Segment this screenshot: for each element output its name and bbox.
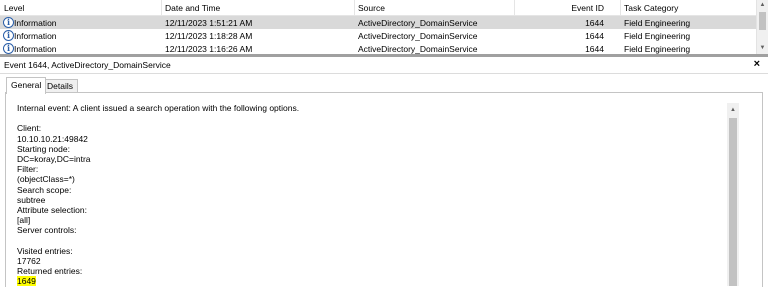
column-divider[interactable] bbox=[620, 0, 621, 15]
event-list-scrollbar[interactable]: ▲ ▼ bbox=[756, 0, 768, 54]
cell-level: Information bbox=[14, 17, 57, 28]
cell-source: ActiveDirectory_DomainService bbox=[358, 30, 478, 41]
scroll-down-icon[interactable]: ▼ bbox=[757, 43, 768, 53]
event-description[interactable]: Internal event: A client issued a search… bbox=[11, 100, 738, 286]
cell-source: ActiveDirectory_DomainService bbox=[358, 17, 478, 28]
information-icon: i bbox=[3, 43, 14, 54]
scrollbar-thumb[interactable] bbox=[759, 12, 766, 30]
description-line: DC=koray,DC=intra bbox=[17, 154, 91, 164]
table-row[interactable]: i Information 12/11/2023 1:51:21 AM Acti… bbox=[0, 16, 756, 29]
cell-date: 12/11/2023 1:18:28 AM bbox=[165, 30, 253, 41]
description-line: 17762 bbox=[17, 256, 41, 266]
column-divider[interactable] bbox=[514, 0, 515, 15]
description-line: Attribute selection: bbox=[17, 205, 87, 215]
cell-source: ActiveDirectory_DomainService bbox=[358, 43, 478, 54]
column-header-date[interactable]: Date and Time bbox=[165, 3, 220, 13]
scroll-up-icon[interactable]: ▲ bbox=[727, 105, 739, 115]
column-header-level[interactable]: Level bbox=[4, 3, 24, 13]
description-line: (objectClass=*) bbox=[17, 174, 75, 185]
information-icon: i bbox=[3, 17, 14, 28]
description-line: 10.10.10.21:49842 bbox=[17, 133, 88, 144]
cell-task-category: Field Engineering bbox=[624, 30, 691, 41]
table-row[interactable]: i Information 12/11/2023 1:18:28 AM Acti… bbox=[0, 29, 756, 42]
scrollbar-thumb[interactable] bbox=[729, 118, 737, 286]
description-line: Client: bbox=[17, 123, 42, 134]
cell-level: Information bbox=[14, 43, 57, 54]
close-icon[interactable]: × bbox=[754, 58, 760, 70]
information-icon: i bbox=[3, 30, 14, 41]
cell-event-id: 1644 bbox=[585, 30, 604, 41]
event-list-header: Level Date and Time Source Event ID Task… bbox=[0, 0, 756, 16]
description-line: Filter: bbox=[17, 164, 39, 175]
column-header-event-id[interactable]: Event ID bbox=[571, 3, 604, 13]
tab-general[interactable]: General bbox=[6, 77, 47, 94]
cell-task-category: Field Engineering bbox=[624, 17, 691, 28]
description-line: subtree bbox=[17, 194, 46, 205]
cell-date: 12/11/2023 1:51:21 AM bbox=[165, 17, 253, 28]
description-line: Search scope: bbox=[17, 184, 72, 195]
returned-entries-value: 1649 bbox=[17, 276, 36, 286]
tab-details[interactable]: Details bbox=[42, 79, 78, 93]
event-details-title-bar: Event 1644, ActiveDirectory_DomainServic… bbox=[0, 57, 768, 74]
cell-level: Information bbox=[14, 30, 57, 41]
scroll-up-icon[interactable]: ▲ bbox=[757, 0, 768, 10]
event-list[interactable]: Level Date and Time Source Event ID Task… bbox=[0, 0, 768, 54]
cell-event-id: 1644 bbox=[585, 17, 604, 28]
description-line: Starting node: bbox=[17, 143, 70, 154]
description-line: Server controls: bbox=[17, 225, 77, 236]
column-header-source[interactable]: Source bbox=[358, 3, 385, 13]
event-details-title: Event 1644, ActiveDirectory_DomainServic… bbox=[4, 60, 171, 70]
cell-event-id: 1644 bbox=[585, 43, 604, 54]
cell-task-category: Field Engineering bbox=[624, 43, 691, 54]
description-line: [all] bbox=[17, 215, 31, 226]
description-line: Returned entries: bbox=[17, 266, 83, 277]
description-line: Visited entries: bbox=[17, 245, 73, 256]
column-divider[interactable] bbox=[354, 0, 355, 15]
column-divider[interactable] bbox=[161, 0, 162, 15]
description-line: Internal event: A client issued a search… bbox=[17, 103, 300, 113]
details-tabs: General Details bbox=[0, 74, 768, 94]
description-scrollbar[interactable]: ▲ bbox=[727, 103, 739, 286]
cell-date: 12/11/2023 1:16:26 AM bbox=[165, 43, 253, 54]
column-header-task-category[interactable]: Task Category bbox=[624, 3, 678, 13]
